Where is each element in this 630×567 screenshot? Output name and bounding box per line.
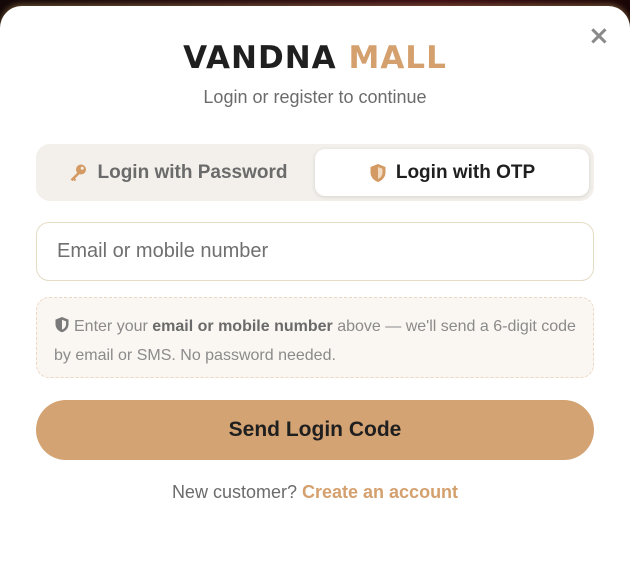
key-icon xyxy=(68,163,88,183)
otp-info-box: Enter your email or mobile number above … xyxy=(36,297,594,378)
tab-label: Login with Password xyxy=(97,161,288,183)
brand-name-primary: VANDNA xyxy=(183,40,337,76)
tab-label: Login with OTP xyxy=(395,161,536,183)
send-login-code-button[interactable]: Send Login Code xyxy=(36,400,594,460)
brand-name-accent: MALL xyxy=(348,40,447,76)
login-modal: × VANDNA MALL Login or register to conti… xyxy=(0,6,630,567)
email-or-mobile-input[interactable] xyxy=(36,222,594,281)
login-method-tabs: Login with Password Login with OTP xyxy=(36,144,594,201)
shield-icon xyxy=(369,163,387,183)
signup-prompt: New customer? Create an account xyxy=(0,482,630,503)
shield-icon xyxy=(54,315,70,342)
modal-subtitle: Login or register to continue xyxy=(203,87,427,107)
create-account-link[interactable]: Create an account xyxy=(302,482,458,502)
brand-logo: VANDNA MALL xyxy=(0,40,630,76)
info-text-emphasis: email or mobile number xyxy=(152,318,333,335)
info-text-prefix: Enter your xyxy=(74,318,148,335)
signup-prompt-text: New customer? xyxy=(171,482,297,502)
tab-login-otp[interactable]: Login with OTP xyxy=(315,149,589,196)
tab-login-password[interactable]: Login with Password xyxy=(41,149,315,196)
